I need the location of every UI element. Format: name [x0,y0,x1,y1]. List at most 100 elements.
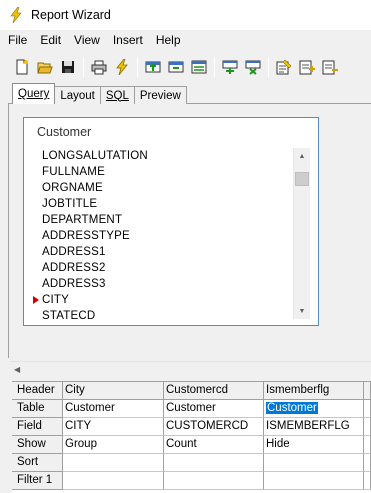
toolbar-separator [214,57,215,77]
add-table-button[interactable] [142,56,164,78]
title-bar: Report Wizard [0,0,371,30]
add-join-button[interactable] [219,56,241,78]
new-icon [16,59,28,75]
grid-row: Header City Customercd Ismemberflg [12,382,371,400]
horizontal-scrollbar[interactable]: ◀ [10,361,371,378]
grid-row-header: Show [12,436,63,454]
scroll-up-icon[interactable]: ▲ [294,148,310,164]
grid-cell[interactable] [164,472,264,490]
grid-cell[interactable] [364,400,371,418]
add-join-icon [222,60,238,74]
grid-row: Sort [12,454,371,472]
field-list-scrollbar[interactable]: ▲ ▼ [293,148,310,319]
field-item[interactable]: STATECD [33,308,310,319]
field-list[interactable]: LONGSALUTATION FULLNAME ORGNAME JOBTITLE DEP… [33,148,310,319]
menu-insert[interactable]: Insert [113,33,143,47]
grid-cell[interactable]: Ismemberflg [264,382,364,400]
menu-help[interactable]: Help [156,33,181,47]
add-table-icon [145,61,161,73]
scroll-left-icon[interactable]: ◀ [14,365,20,374]
grid-cell[interactable] [364,472,371,490]
grid-cell[interactable]: Customercd [164,382,264,400]
grid-cell[interactable] [63,472,164,490]
field-item[interactable]: DEPARTMENT [33,212,310,228]
grid-cell[interactable]: CUSTOMERCD [164,418,264,436]
field-item[interactable]: JOBTITLE [33,196,310,212]
save-button[interactable] [57,56,79,78]
grid-cell[interactable]: Customer [164,400,264,418]
table-properties-button[interactable] [188,56,210,78]
grid-cell[interactable] [63,454,164,472]
menu-view[interactable]: View [74,33,100,47]
remove-table-icon [168,61,184,73]
grid-row: Table Customer Customer Customer [12,400,371,418]
tab-layout[interactable]: Layout [54,86,101,104]
grid-cell[interactable]: ISMEMBERFLG [264,418,364,436]
grid-row-header: Sort [12,454,63,472]
run-icon [116,59,128,75]
table-box-title: Customer [37,125,92,139]
edit-sql-icon [276,59,292,75]
grid-cell[interactable]: City [63,382,164,400]
grid-cell[interactable]: Customer [63,400,164,418]
grid-cell[interactable] [164,454,264,472]
menu-bar: File Edit View Insert Help [0,30,371,49]
grid-row-header: Header [12,382,63,400]
menu-file[interactable]: File [8,33,27,47]
field-item[interactable]: LONGSALUTATION [33,148,310,164]
grid-cell[interactable] [364,436,371,454]
field-item[interactable]: ADDRESS3 [33,276,310,292]
grid-cell[interactable]: Hide [264,436,364,454]
field-item-selected[interactable]: CITY [33,292,310,308]
toolbar [0,53,371,81]
remove-field-button[interactable] [319,56,341,78]
scroll-down-icon[interactable]: ▼ [294,303,310,319]
tab-query[interactable]: Query [12,83,56,104]
grid-row: Show Group Count Hide [12,436,371,454]
tab-preview[interactable]: Preview [133,86,187,104]
grid-cell[interactable]: Group [63,436,164,454]
window-title: Report Wizard [31,8,111,22]
grid-row-header: Table [12,400,63,418]
remove-join-button[interactable] [242,56,264,78]
new-button[interactable] [11,56,33,78]
query-grid[interactable]: Header City Customercd Ismemberflg Table Cust… [12,381,371,493]
grid-cell[interactable] [364,454,371,472]
open-button[interactable] [34,56,56,78]
open-icon [37,62,53,74]
field-item[interactable]: FULLNAME [33,164,310,180]
field-item[interactable]: ORGNAME [33,180,310,196]
customer-table-box[interactable]: Customer LONGSALUTATION FULLNAME ORGNAME JO… [23,117,319,326]
run-button[interactable] [111,56,133,78]
selected-cell-text: Customer [266,402,318,414]
selected-marker-icon [33,296,39,304]
grid-cell[interactable]: Count [164,436,264,454]
remove-join-icon [245,60,261,75]
toolbar-separator [83,57,84,77]
grid-row: Filter 1 [12,472,371,490]
field-item[interactable]: ADDRESSTYPE [33,228,310,244]
add-field-icon [299,60,315,75]
grid-cell[interactable] [264,472,364,490]
edit-sql-button[interactable] [273,56,295,78]
tab-layout-label: Layout [60,89,95,102]
lightning-icon [10,7,22,23]
grid-cell[interactable] [264,454,364,472]
tab-preview-label: Preview [139,89,181,102]
grid-cell[interactable] [364,382,371,400]
print-button[interactable] [88,56,110,78]
add-field-button[interactable] [296,56,318,78]
table-properties-icon [191,60,207,74]
tab-sql-label: SQL [105,89,129,102]
tab-sql[interactable]: SQL [99,86,135,104]
scroll-thumb[interactable] [295,172,309,186]
menu-edit[interactable]: Edit [40,33,61,47]
field-item-label: CITY [42,294,69,306]
grid-cell[interactable] [364,418,371,436]
grid-row-header: Filter 1 [12,472,63,490]
field-item[interactable]: ADDRESS2 [33,260,310,276]
grid-cell[interactable]: CITY [63,418,164,436]
grid-cell[interactable]: Customer [264,400,364,418]
remove-table-button[interactable] [165,56,187,78]
field-item[interactable]: ADDRESS1 [33,244,310,260]
